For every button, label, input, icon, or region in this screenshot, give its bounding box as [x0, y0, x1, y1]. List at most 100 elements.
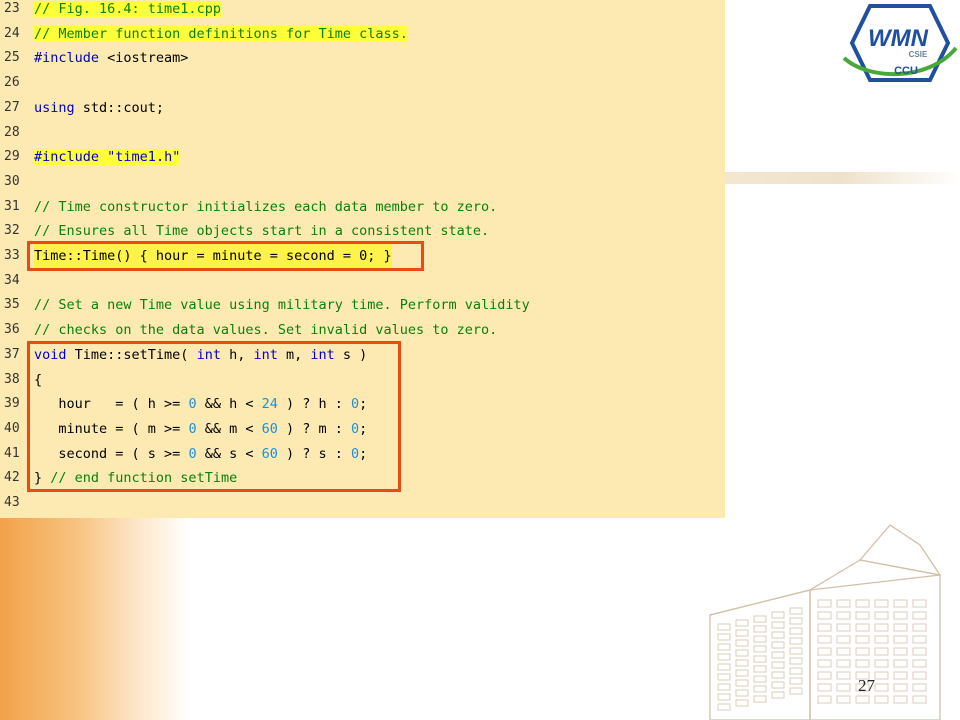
code-token: m,: [277, 346, 311, 363]
line-number: 31: [4, 198, 20, 214]
code-text: minute = ( m >= 0 && m < 60 ) ? m : 0;: [34, 417, 367, 441]
code-line: 36 // checks on the data values. Set inva…: [0, 318, 725, 342]
line-number: 32: [4, 223, 20, 239]
code-text: #include "time1.h": [34, 145, 181, 169]
line-number: 30: [4, 173, 20, 189]
code-token: ) ? m :: [277, 420, 352, 437]
code-token: second = ( s >=: [34, 445, 189, 462]
code-panel: 23 // Fig. 16.4: time1.cpp 24 // Member fun…: [0, 0, 725, 518]
line-number: 29: [4, 149, 20, 165]
code-token: #include: [34, 149, 100, 166]
code-text: hour = ( h >= 0 && h < 24 ) ? h : 0;: [34, 392, 367, 416]
line-number: 39: [4, 396, 20, 412]
logo-main-text: WMN: [868, 25, 929, 52]
logo-bottom-text: CCU: [894, 65, 918, 77]
code-line: 34: [0, 269, 725, 293]
code-token: int: [310, 346, 335, 363]
code-line: 35 // Set a new Time value using military…: [0, 293, 725, 317]
line-number: 24: [4, 25, 20, 41]
code-token: "time1.h": [107, 149, 181, 166]
code-token: 60: [261, 420, 278, 437]
code-text: } // end function setTime: [34, 466, 237, 490]
code-line: 27 using std::cout;: [0, 96, 725, 120]
line-number: 35: [4, 297, 20, 313]
code-text: // checks on the data values. Set invali…: [34, 318, 497, 342]
code-token: ) ? s :: [277, 445, 352, 462]
code-text: // Set a new Time value using military t…: [34, 293, 530, 317]
page-number: 27: [858, 676, 875, 695]
wmn-logo: WMN CSIE CCU: [842, 4, 958, 82]
code-token: ;: [359, 396, 368, 413]
code-token: && h <: [196, 396, 262, 413]
code-line: 23 // Fig. 16.4: time1.cpp: [0, 0, 725, 21]
line-number: 23: [4, 1, 20, 16]
code-token: && m <: [196, 420, 262, 437]
code-token: <iostream>: [99, 50, 189, 67]
code-token: // Set a new Time value using military t…: [34, 297, 530, 314]
code-line: 40 minute = ( m >= 0 && m < 60 ) ? m : 0…: [0, 417, 725, 441]
line-number: 36: [4, 322, 20, 338]
code-line: 32 // Ensures all Time objects start in a…: [0, 219, 725, 243]
code-token: && s <: [196, 445, 262, 462]
logo-sub-text: CSIE: [909, 50, 928, 59]
line-number: 26: [4, 75, 20, 91]
code-text: Time::Time() { hour = minute = second = …: [34, 244, 392, 268]
code-token: int: [253, 346, 278, 363]
code-token: ; }: [367, 248, 392, 264]
code-token: 0: [188, 396, 197, 413]
code-text: second = ( s >= 0 && s < 60 ) ? s : 0;: [34, 442, 367, 466]
code-token: // end function setTime: [50, 470, 238, 487]
code-token: 0: [351, 445, 360, 462]
code-line: 26: [0, 71, 725, 95]
orange-gradient-decoration: [0, 518, 190, 720]
code-token: 24: [261, 396, 278, 413]
code-text: using std::cout;: [34, 96, 164, 120]
code-line: 42} // end function setTime: [0, 466, 725, 490]
code-line: 37 void Time::setTime( int h, int m, int …: [0, 343, 725, 367]
code-token: #include: [34, 50, 100, 67]
code-token: ;: [359, 445, 368, 462]
line-number: 37: [4, 346, 20, 362]
code-token: 0: [351, 396, 360, 413]
code-token: minute = ( m >=: [34, 420, 189, 437]
code-token: [99, 149, 108, 166]
code-token: h,: [220, 346, 254, 363]
code-line: 43: [0, 491, 725, 515]
code-token: // Time constructor initializes each dat…: [34, 198, 498, 215]
line-number: 25: [4, 50, 20, 66]
code-token: int: [196, 346, 221, 363]
line-number: 43: [4, 495, 20, 510]
building-illustration: [709, 524, 942, 720]
code-line: 30: [0, 170, 725, 194]
line-number: 42: [4, 470, 20, 486]
line-number: 40: [4, 420, 20, 436]
code-token: Time::Time() { hour = minute = second =: [34, 248, 360, 264]
code-line: 38 {: [0, 368, 725, 392]
code-token: Time::setTime(: [66, 346, 197, 363]
line-number: 41: [4, 445, 20, 461]
code-text: // Member function definitions for Time …: [34, 22, 408, 46]
code-token: // Ensures all Time objects start in a c…: [34, 223, 490, 240]
code-text: // Time constructor initializes each dat…: [34, 195, 497, 219]
code-token: }: [34, 470, 51, 487]
code-token: // Member function definitions for Time …: [34, 25, 408, 42]
code-token: hour = ( h >=: [34, 396, 189, 413]
code-line: 29 #include "time1.h": [0, 145, 725, 169]
code-line: 31 // Time constructor initializes each d…: [0, 195, 725, 219]
line-number: 33: [4, 248, 20, 263]
code-text: // Ensures all Time objects start in a c…: [34, 219, 489, 243]
code-token: using: [34, 99, 75, 116]
code-text: {: [34, 368, 42, 392]
code-token: 0: [351, 420, 360, 437]
code-token: {: [34, 371, 43, 388]
code-line: 28: [0, 121, 725, 145]
band-decoration: [725, 172, 960, 184]
code-token: void: [34, 346, 67, 363]
code-token: ;: [359, 420, 368, 437]
code-token: // Fig. 16.4:: [34, 1, 148, 17]
code-token: s ): [334, 346, 368, 363]
code-line: 25 #include <iostream>: [0, 46, 725, 70]
code-text: void Time::setTime( int h, int m, int s …: [34, 343, 367, 367]
code-token: std::cout;: [74, 99, 165, 116]
code-line: 41 second = ( s >= 0 && s < 60 ) ? s : 0…: [0, 442, 725, 466]
